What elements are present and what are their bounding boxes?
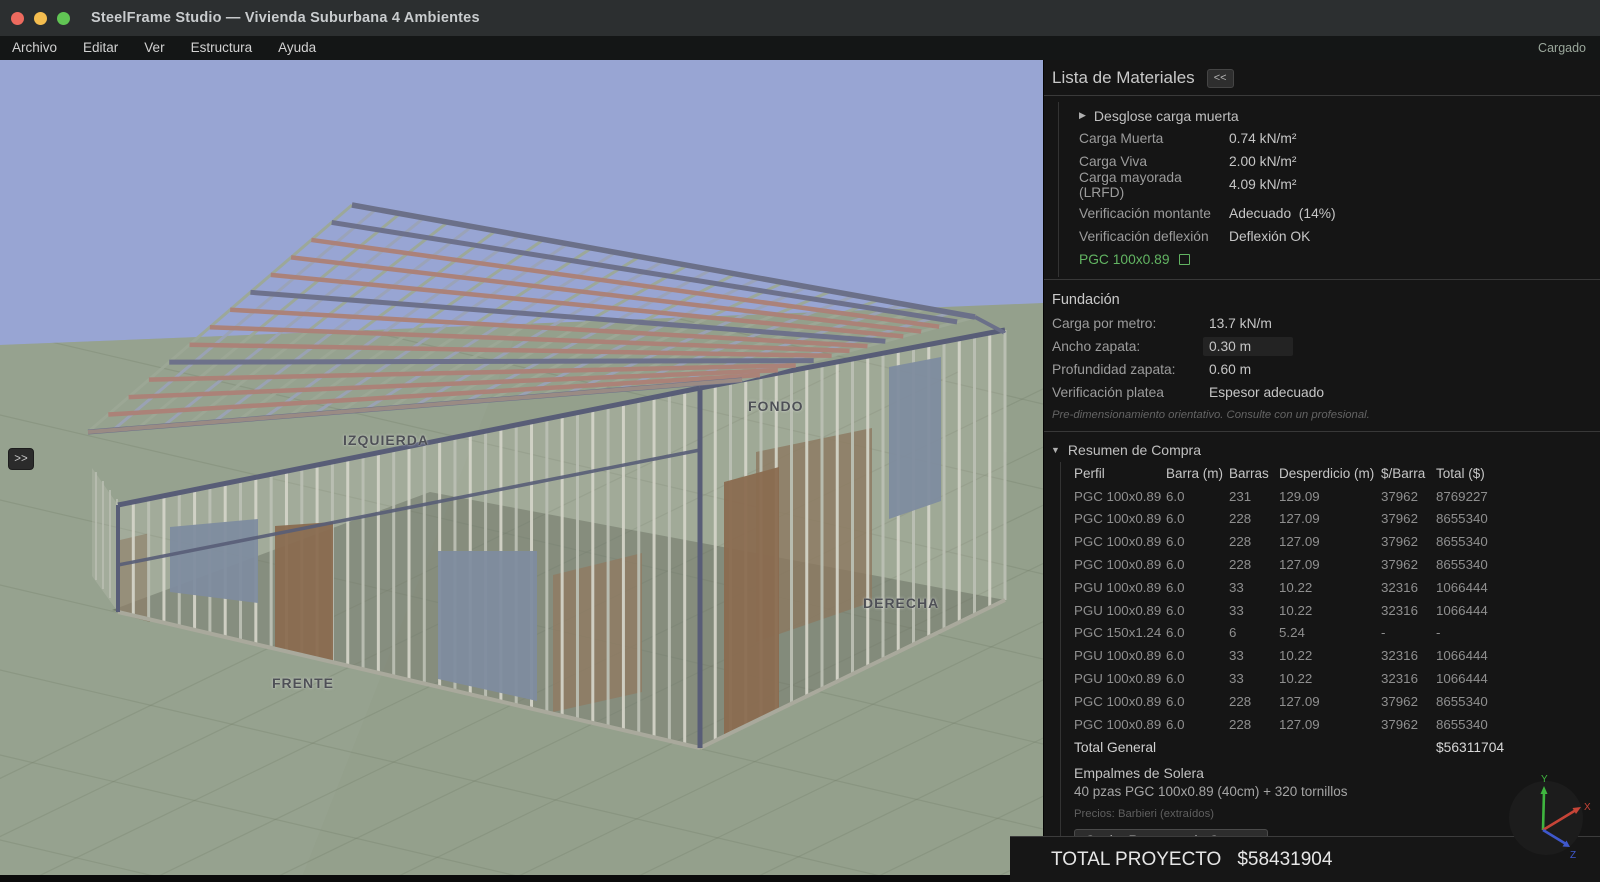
menu-ver[interactable]: Ver: [131, 36, 177, 60]
footing-depth-label: Profundidad zapata:: [1052, 362, 1209, 377]
table-row: PGC 100x0.896.0231129.09379628769227: [1074, 485, 1600, 508]
app-window: SteelFrame Studio — Vivienda Suburbana 4…: [0, 0, 1600, 882]
factored-load-row: Carga mayorada (LRFD) 4.09 kN/m²: [1079, 173, 1600, 196]
disclaimer-note: Pre-dimensionamiento orientativo. Consul…: [1052, 409, 1600, 421]
live-load-value: 2.00 kN/m²: [1229, 154, 1296, 169]
chevron-down-icon: ▼: [1051, 445, 1060, 455]
table-row: PGC 100x0.896.0228127.09379628655340: [1074, 508, 1600, 531]
window-controls: [11, 12, 70, 25]
stud-check-row: Verificación montante Adecuado (14%): [1079, 202, 1600, 225]
viewport-3d-canvas[interactable]: [0, 60, 1043, 882]
project-total-label: TOTAL PROYECTO: [1051, 849, 1221, 871]
panel-collapse-button[interactable]: <<: [1207, 69, 1234, 88]
deflection-check-label: Verificación deflexión: [1079, 229, 1229, 244]
purchase-summary-toggle[interactable]: ▼ Resumen de Compra: [1044, 438, 1600, 462]
profile-check-label: PGC 100x0.89: [1079, 252, 1170, 267]
foundation-title: Fundación: [1052, 288, 1600, 312]
stud-check-status: Adecuado (14%): [1229, 206, 1336, 221]
maximize-window-icon[interactable]: [57, 12, 70, 25]
dead-load-row: Carga Muerta 0.74 kN/m²: [1079, 127, 1600, 150]
menu-ayuda[interactable]: Ayuda: [265, 36, 329, 60]
z-axis-label: Z: [1570, 850, 1576, 861]
menu-estructura[interactable]: Estructura: [178, 36, 266, 60]
window-title: SteelFrame Studio — Vivienda Suburbana 4…: [91, 10, 480, 26]
title-bar: SteelFrame Studio — Vivienda Suburbana 4…: [0, 0, 1600, 37]
footing-width-row: Ancho zapata: 0.30 m: [1052, 335, 1600, 358]
panel-title: Lista de Materiales: [1052, 68, 1195, 88]
factored-load-value: 4.09 kN/m²: [1229, 177, 1296, 192]
panel-header: Lista de Materiales <<: [1044, 60, 1600, 96]
table-header-row: PerfilBarra (m)BarrasDesperdicio (m)$/Ba…: [1074, 462, 1600, 485]
chevron-right-icon: ▶: [1079, 110, 1086, 121]
deflection-check-row: Verificación deflexión Deflexión OK: [1079, 225, 1600, 248]
label-derecha: DERECHA: [863, 595, 939, 611]
table-row: Total General$56311704: [1074, 736, 1600, 760]
table-row: PGC 100x0.896.0228127.09379628655340: [1074, 530, 1600, 553]
table-row: PGU 100x0.896.03310.22323161066444: [1074, 576, 1600, 599]
menu-archivo[interactable]: Archivo: [0, 36, 70, 60]
loads-section: ▶ Desglose carga muerta Carga Muerta 0.7…: [1058, 102, 1600, 277]
load-per-meter-label: Carga por metro:: [1052, 316, 1209, 331]
x-axis-label: X: [1584, 802, 1591, 813]
purchase-title: Resumen de Compra: [1068, 442, 1201, 458]
y-axis-label: Y: [1541, 774, 1548, 785]
load-per-meter-value: 13.7 kN/m: [1209, 316, 1272, 331]
foundation-section: Fundación Carga por metro: 13.7 kN/m Anc…: [1044, 280, 1600, 429]
table-row: PGC 100x0.896.0228127.09379628655340: [1074, 553, 1600, 576]
table-row: PGC 150x1.246.065.24--: [1074, 622, 1600, 645]
factored-load-label: Carga mayorada (LRFD): [1079, 170, 1229, 200]
status-loaded: Cargado: [1538, 41, 1586, 55]
stud-check-label: Verificación montante: [1079, 206, 1229, 221]
footing-depth-value: 0.60 m: [1209, 362, 1251, 377]
label-izquierda: IZQUIERDA: [343, 432, 429, 448]
slab-check-label: Verificación platea: [1052, 385, 1209, 400]
label-frente: FRENTE: [272, 675, 334, 691]
table-row: PGU 100x0.896.03310.22323161066444: [1074, 599, 1600, 622]
footing-width-label: Ancho zapata:: [1052, 339, 1209, 354]
menu-bar: Archivo Editar Ver Estructura Ayuda Carg…: [0, 36, 1600, 60]
footing-width-field[interactable]: 0.30 m: [1203, 337, 1293, 356]
checkbox-icon[interactable]: [1179, 254, 1190, 265]
profile-check-row[interactable]: PGC 100x0.89: [1079, 248, 1600, 271]
close-window-icon[interactable]: [11, 12, 24, 25]
purchase-table: PerfilBarra (m)BarrasDesperdicio (m)$/Ba…: [1074, 462, 1600, 760]
panel-expand-button[interactable]: >>: [8, 448, 34, 470]
slab-check-status: Espesor adecuado: [1209, 385, 1324, 400]
dead-load-label: Carga Muerta: [1079, 131, 1229, 146]
dead-load-value: 0.74 kN/m²: [1229, 131, 1296, 146]
breakdown-label: Desglose carga muerta: [1094, 108, 1239, 124]
deflection-check-status: Deflexión OK: [1229, 229, 1310, 244]
viewport-bottom-strip: [0, 875, 1043, 882]
minimize-window-icon[interactable]: [34, 12, 47, 25]
footing-depth-row: Profundidad zapata: 0.60 m: [1052, 358, 1600, 381]
menu-editar[interactable]: Editar: [70, 36, 131, 60]
load-per-meter-row: Carga por metro: 13.7 kN/m: [1052, 312, 1600, 335]
label-fondo: FONDO: [748, 398, 804, 414]
table-row: PGU 100x0.896.03310.22323161066444: [1074, 644, 1600, 667]
materials-panel: Lista de Materiales << ▶ Desglose carga …: [1043, 60, 1600, 882]
table-row: PGU 100x0.896.03310.22323161066444: [1074, 667, 1600, 690]
live-load-label: Carga Viva: [1079, 154, 1229, 169]
slab-check-row: Verificación platea Espesor adecuado: [1052, 381, 1600, 404]
axis-gizmo[interactable]: X Y Z: [1496, 768, 1596, 868]
y-axis-icon[interactable]: [1543, 792, 1544, 830]
table-row: PGC 100x0.896.0228127.09379628655340: [1074, 713, 1600, 736]
project-total-value: $58431904: [1237, 849, 1332, 871]
dead-load-breakdown-toggle[interactable]: ▶ Desglose carga muerta: [1079, 104, 1600, 127]
table-row: PGC 100x0.896.0228127.09379628655340: [1074, 690, 1600, 713]
viewport-3d[interactable]: FONDO IZQUIERDA DERECHA FRENTE >>: [0, 60, 1043, 882]
